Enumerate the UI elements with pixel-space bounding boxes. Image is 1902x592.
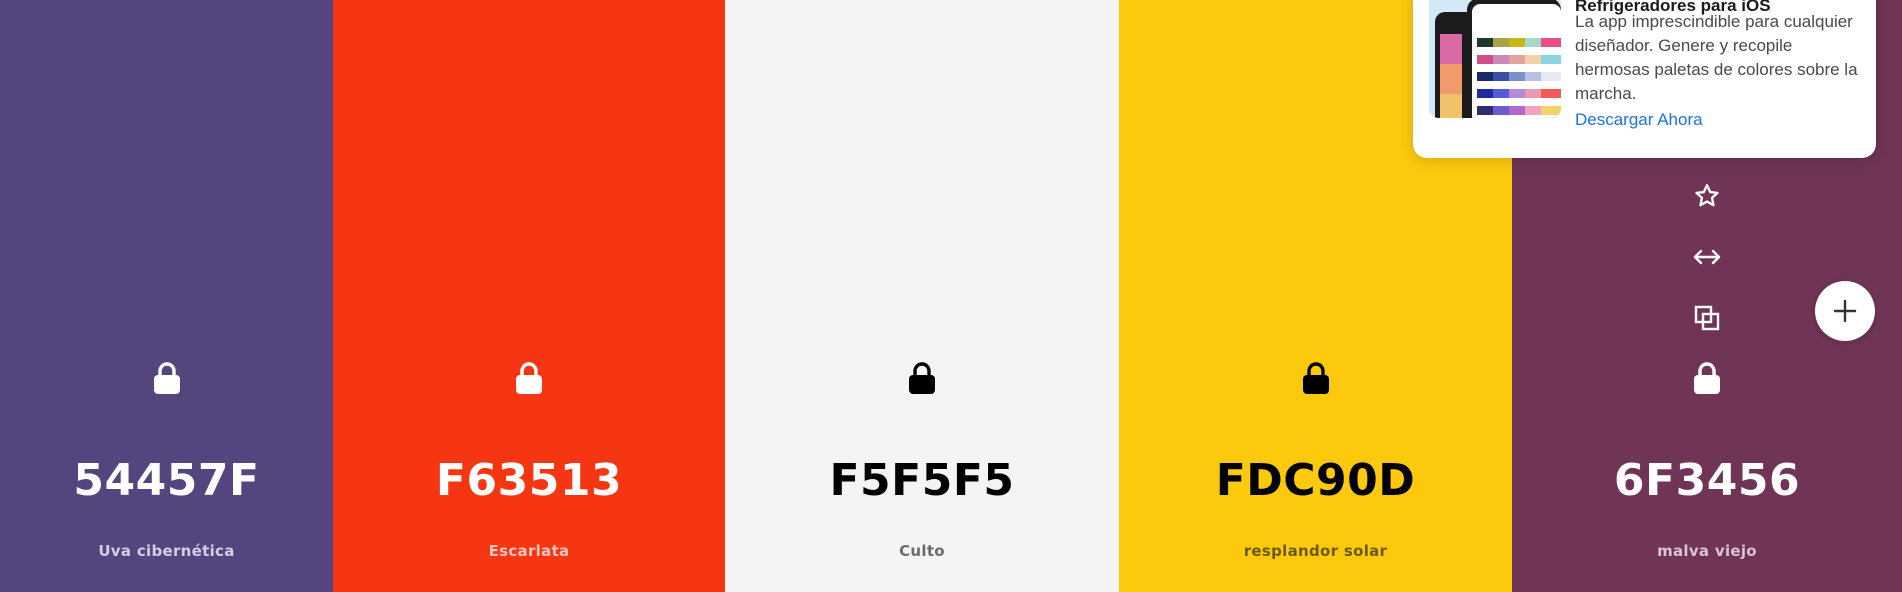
color-name: Culto	[899, 542, 945, 560]
color-swatch[interactable]: F5F5F5 Culto	[725, 0, 1119, 592]
download-link[interactable]: Descargar Ahora	[1575, 110, 1703, 130]
copy-icon[interactable]	[1691, 302, 1723, 334]
lock-icon[interactable]	[152, 361, 182, 395]
swatch-toolbar	[1687, 180, 1727, 363]
lock-icon[interactable]	[907, 361, 937, 395]
drag-icon[interactable]	[1691, 241, 1723, 273]
hex-code[interactable]: FDC90D	[1119, 455, 1512, 506]
star-icon[interactable]	[1691, 180, 1723, 212]
color-swatch[interactable]: 54457F Uva cibernética	[0, 0, 333, 592]
hex-code[interactable]: 6F3456	[1512, 455, 1902, 506]
color-name: Uva cibernética	[98, 542, 235, 560]
hex-code[interactable]: 54457F	[0, 455, 333, 506]
hex-code[interactable]: F5F5F5	[725, 455, 1119, 506]
color-name: malva viejo	[1657, 542, 1757, 560]
add-color-button[interactable]	[1815, 281, 1875, 341]
promo-description: La app imprescindible para cualquier dis…	[1575, 12, 1858, 103]
color-name: Escarlata	[488, 542, 570, 560]
lock-icon[interactable]	[514, 361, 544, 395]
lock-icon[interactable]	[1301, 361, 1331, 395]
color-name: resplandor solar	[1243, 542, 1388, 560]
color-swatch[interactable]: F63513 Escarlata	[333, 0, 725, 592]
promo-card: Refrigeradores para iOS La app imprescin…	[1413, 0, 1876, 158]
plus-icon	[1833, 299, 1857, 323]
lock-icon[interactable]	[1692, 361, 1722, 395]
app-preview-image	[1429, 0, 1561, 118]
hex-code[interactable]: F63513	[333, 455, 725, 506]
